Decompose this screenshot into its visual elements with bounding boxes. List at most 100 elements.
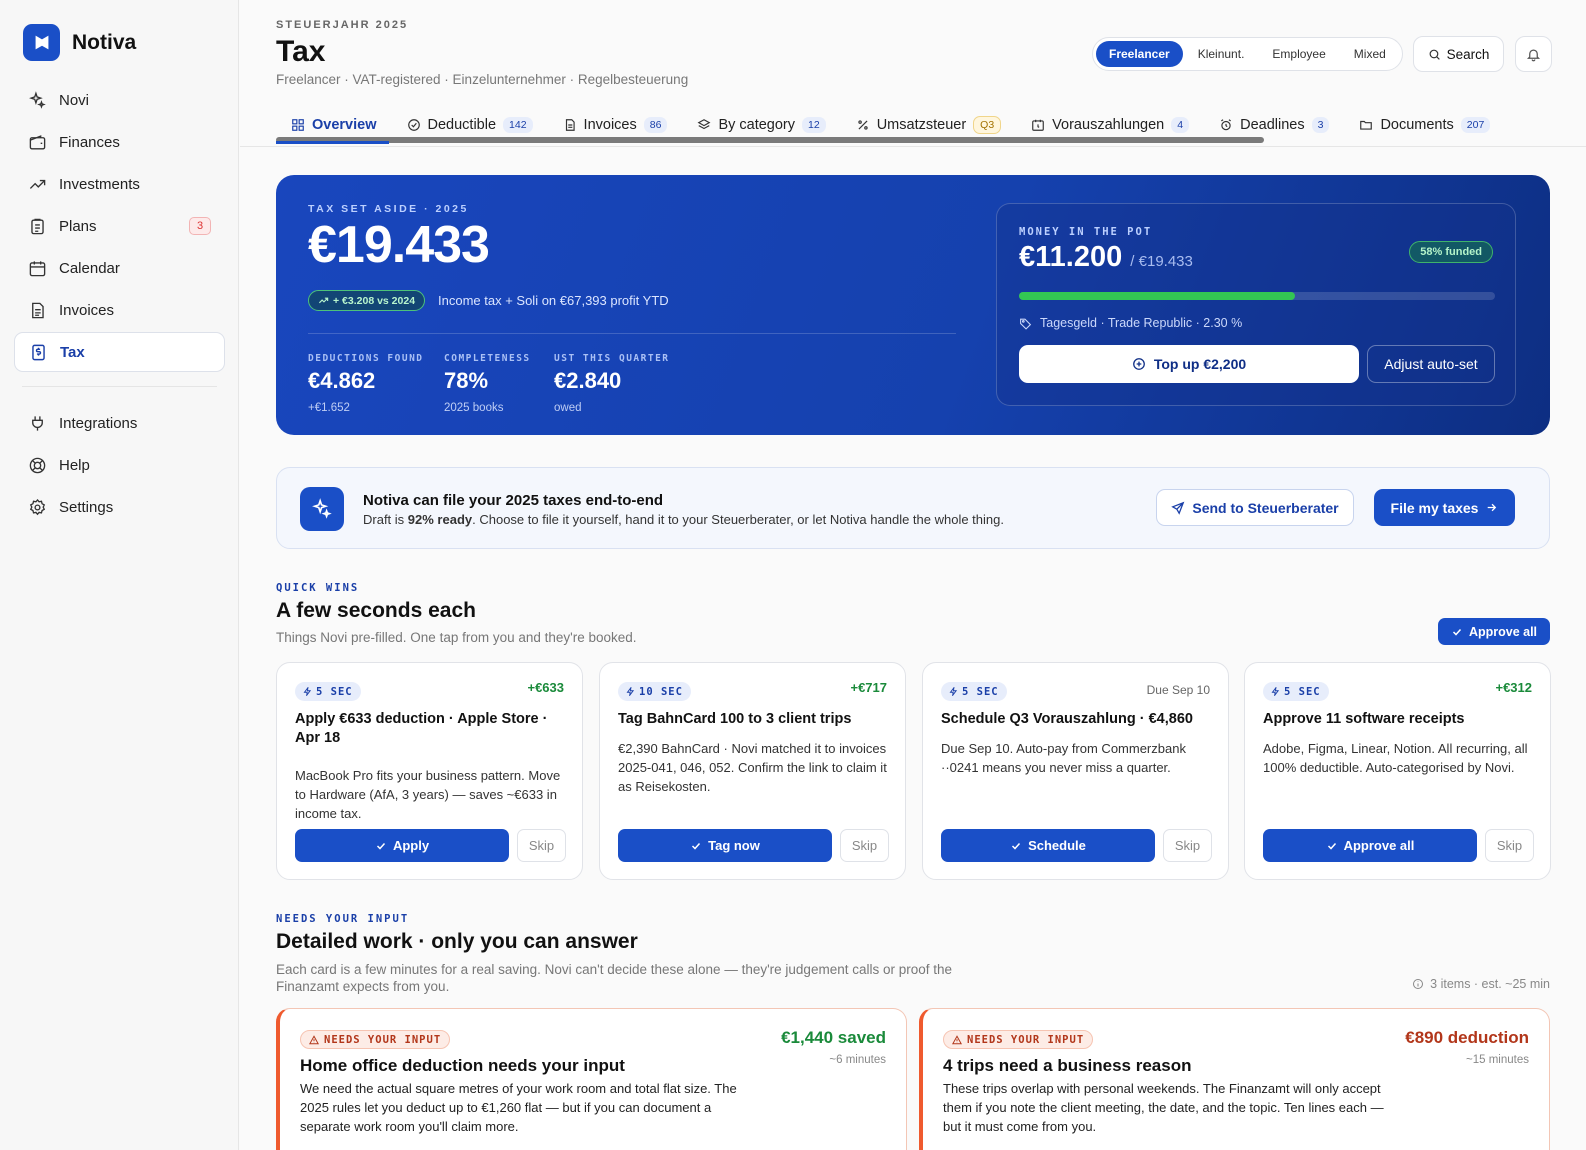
sidebar-item-help[interactable]: Help — [14, 445, 225, 485]
file-label: File my taxes — [1390, 499, 1479, 516]
tab-umsatzsteuer[interactable]: Umsatzsteuer Q3 — [841, 110, 1016, 140]
time-chip: 5 SEC — [1263, 682, 1329, 701]
brand-name: Notiva — [72, 30, 137, 54]
tab-count-badge: 3 — [1311, 117, 1330, 133]
tab-vorauszahlungen[interactable]: Vorauszahlungen 4 — [1016, 110, 1204, 140]
send-label: Send to Steuerberater — [1192, 499, 1339, 516]
segment-freelancer[interactable]: Freelancer — [1096, 41, 1183, 67]
sidebar-item-plans[interactable]: Plans 3 — [14, 206, 225, 246]
stat-completeness: COMPLETENESS 78% 2025 books — [444, 353, 531, 414]
hero-note: Income tax + Soli on €67,393 profit YTD — [438, 293, 669, 308]
tab-by-category[interactable]: By category 12 — [682, 110, 840, 140]
time-chip: 10 SEC — [618, 682, 691, 701]
skip-button[interactable]: Skip — [517, 829, 566, 862]
needs-input-card[interactable]: NEEDS YOUR INPUT €1,440 saved ~6 minutes… — [276, 1008, 907, 1150]
action-label: Schedule — [1028, 838, 1086, 853]
needs-input-chip: NEEDS YOUR INPUT — [300, 1030, 451, 1049]
approve-all-button[interactable]: Approve all — [1438, 618, 1550, 645]
needs-input-subtitle: Each card is a few minutes for a real sa… — [276, 962, 953, 994]
check-icon — [1452, 628, 1462, 636]
tab-overview[interactable]: Overview — [276, 110, 392, 140]
time-chip: 5 SEC — [295, 682, 361, 701]
time-chip: 5 SEC — [941, 682, 1007, 701]
check-icon — [692, 842, 701, 850]
sidebar-item-calendar[interactable]: Calendar — [14, 248, 225, 288]
quick-wins-subtitle: Things Novi pre-filled. One tap from you… — [276, 630, 637, 645]
profile-segmented-control: Freelancer Kleinunt. Employee Mixed — [1092, 37, 1403, 71]
document-icon — [565, 119, 575, 131]
tab-invoices[interactable]: Invoices 86 — [548, 110, 683, 140]
brand[interactable]: Notiva — [23, 24, 136, 61]
tab-documents[interactable]: Documents 207 — [1344, 110, 1505, 140]
skip-button[interactable]: Skip — [1163, 829, 1212, 862]
skip-button[interactable]: Skip — [840, 829, 889, 862]
funding-progress-bar — [1019, 292, 1495, 300]
sidebar-item-label: Help — [59, 456, 90, 474]
tag-now-button[interactable]: Tag now — [618, 829, 832, 862]
sidebar-item-label: Tax — [60, 343, 85, 361]
chip-label: NEEDS YOUR INPUT — [324, 1033, 442, 1046]
notifications-button[interactable] — [1515, 36, 1552, 72]
apply-button[interactable]: Apply — [295, 829, 509, 862]
search-label: Search — [1446, 46, 1490, 62]
quick-win-value: +€633 — [527, 680, 564, 695]
clipboard-icon — [31, 218, 44, 234]
warning-icon — [309, 1034, 319, 1044]
needs-input-card[interactable]: NEEDS YOUR INPUT €890 deduction ~15 minu… — [919, 1008, 1550, 1150]
send-to-steuerberater-button[interactable]: Send to Steuerberater — [1156, 489, 1354, 526]
tab-count-badge: 86 — [643, 117, 668, 133]
segment-mixed[interactable]: Mixed — [1341, 41, 1399, 67]
tab-divider — [240, 146, 1586, 147]
tab-deadlines[interactable]: Deadlines 3 — [1204, 110, 1344, 140]
hero-eyebrow: TAX SET ASIDE · 2025 — [308, 203, 469, 215]
needs-input-eyebrow: NEEDS YOUR INPUT — [276, 913, 410, 925]
sidebar-item-tax[interactable]: Tax — [14, 332, 225, 372]
tab-label: Vorauszahlungen — [1052, 117, 1165, 133]
skip-button[interactable]: Skip — [1485, 829, 1534, 862]
ready-percent: 92% ready — [407, 512, 473, 527]
tax-receipt-icon — [32, 344, 45, 360]
stat-sub: 2025 books — [444, 402, 504, 414]
adjust-auto-set-button[interactable]: Adjust auto-set — [1367, 345, 1495, 383]
tab-label: Umsatzsteuer — [876, 117, 967, 133]
tab-scrollbar[interactable] — [276, 137, 1264, 143]
calendar-icon — [29, 260, 46, 276]
quick-win-card: 10 SEC +€717 Tag BahnCard 100 to 3 clien… — [599, 662, 906, 880]
saving-value: €890 deduction — [1405, 1028, 1529, 1047]
sidebar-item-novi[interactable]: Novi — [14, 80, 225, 120]
plans-count-badge: 3 — [189, 217, 211, 235]
segment-kleinunt[interactable]: Kleinunt. — [1185, 41, 1258, 67]
sidebar-item-label: Settings — [59, 498, 114, 516]
top-up-button[interactable]: Top up €2,200 — [1019, 345, 1359, 383]
quick-win-value: +€312 — [1495, 680, 1532, 695]
approve-all-receipts-button[interactable]: Approve all — [1263, 829, 1477, 862]
desc-text: Draft is — [363, 512, 408, 527]
quick-win-card: 5 SEC +€633 Apply €633 deduction · Apple… — [276, 662, 583, 880]
pot-target: / €19.433 — [1130, 253, 1193, 270]
approve-all-label: Approve all — [1468, 624, 1538, 639]
bolt-icon — [303, 687, 312, 696]
folder-icon — [1360, 120, 1373, 130]
check-icon — [1012, 842, 1021, 850]
tab-label: Deadlines — [1240, 117, 1305, 133]
file-my-taxes-button[interactable]: File my taxes — [1374, 489, 1515, 526]
stat-label: UST THIS QUARTER — [554, 353, 670, 364]
sidebar-item-investments[interactable]: Investments — [14, 164, 225, 204]
sidebar-item-label: Novi — [59, 91, 90, 109]
sidebar-item-finances[interactable]: Finances — [14, 122, 225, 162]
sidebar-item-integrations[interactable]: Integrations — [14, 403, 225, 443]
tab-deductible[interactable]: Deductible 142 — [392, 110, 548, 140]
schedule-button[interactable]: Schedule — [941, 829, 1155, 862]
sidebar-item-invoices[interactable]: Invoices — [14, 290, 225, 330]
quick-wins-eyebrow: QUICK WINS — [276, 582, 360, 594]
main-content: STEUERJAHR 2025 Tax Freelancer · VAT-reg… — [240, 0, 1586, 1150]
search-button[interactable]: Search — [1413, 36, 1504, 72]
tag-icon — [1020, 318, 1032, 330]
chip-label: 5 SEC — [316, 685, 353, 698]
sidebar-item-settings[interactable]: Settings — [14, 487, 225, 527]
action-label: Approve all — [1343, 838, 1415, 853]
quick-win-title: Schedule Q3 Vorauszahlung · €4,860 — [941, 711, 1193, 727]
tab-count-badge: 4 — [1171, 117, 1190, 133]
segment-employee[interactable]: Employee — [1259, 41, 1338, 67]
quick-win-card: 5 SEC Due Sep 10 Schedule Q3 Vorauszahlu… — [922, 662, 1229, 880]
